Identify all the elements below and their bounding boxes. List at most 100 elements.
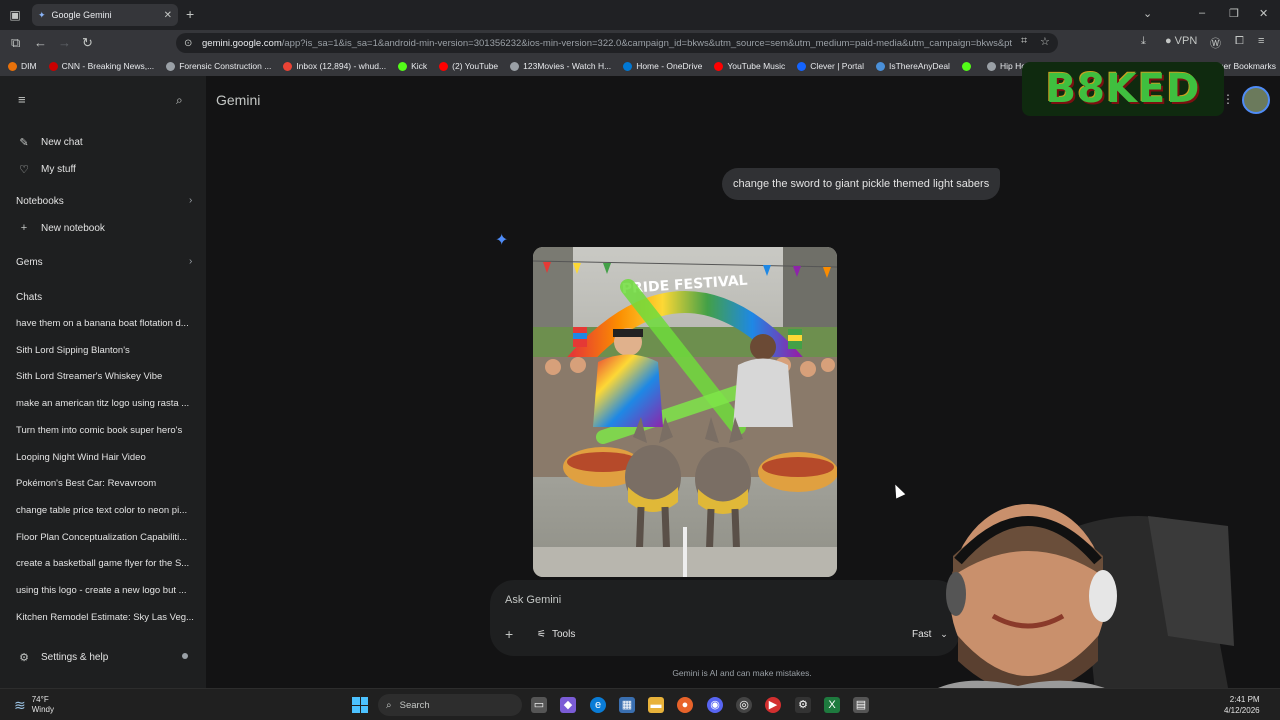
site-info-icon[interactable]: ⊙ (184, 38, 192, 49)
bookmark-item[interactable]: Kick (398, 61, 427, 71)
media-player-icon[interactable]: ▶ (765, 697, 781, 713)
notebooks-heading[interactable]: Notebooks (16, 196, 64, 207)
browser-tab-bar: ▣ ✦ Google Gemini ✕ + ⌄ – ❐ ✕ (0, 0, 1280, 30)
discord-icon[interactable]: ◉ (707, 697, 723, 713)
task-view-icon[interactable]: ▭ (531, 697, 547, 713)
close-tab-icon[interactable]: ✕ (164, 10, 172, 21)
chat-history-item[interactable]: Floor Plan Conceptualization Capabiliti.… (16, 532, 196, 543)
tools-label: Tools (551, 629, 576, 640)
generated-image-art: PRIDE FESTIVAL (533, 247, 837, 577)
minimize-icon[interactable]: – (1199, 7, 1205, 19)
bookmark-item[interactable]: DIM (8, 61, 37, 71)
hamburger-menu-icon[interactable]: ≡ (18, 92, 26, 107)
excel-icon[interactable]: X (824, 697, 840, 713)
new-tab-icon[interactable]: + (186, 6, 194, 22)
settings-label: Settings & help (41, 652, 109, 663)
temperature: 74°F (31, 695, 49, 704)
vpn-button[interactable]: ● VPN (1165, 35, 1197, 47)
back-icon[interactable]: ← (34, 35, 47, 50)
chat-history-item[interactable]: using this logo - create a new logo but … (16, 585, 196, 596)
vpn-icon: ● (1165, 35, 1172, 47)
translate-icon[interactable]: ⌗ (1021, 35, 1027, 48)
taskbar-search[interactable]: ⌕ Search (378, 694, 522, 716)
bookmark-item[interactable]: Inbox (12,894) - whud... (283, 61, 386, 71)
reload-icon[interactable]: ↻ (82, 35, 93, 51)
edit-icon: ✎ (19, 137, 29, 149)
browser-tab-gemini[interactable]: ✦ Google Gemini ✕ (32, 4, 178, 26)
chat-history-item[interactable]: have them on a banana boat flotation d..… (16, 318, 196, 329)
address-bar[interactable]: ⊙ gemini.google.com/app?is_sa=1&is_sa=1&… (176, 33, 1058, 53)
page-title[interactable]: Gemini (216, 92, 260, 108)
search-icon[interactable]: ⌕ (176, 93, 183, 108)
gear-icon: ⚙ (19, 652, 29, 664)
chat-history-item[interactable]: make an american titz logo using rasta .… (16, 398, 196, 409)
bookmark-favicon-icon (797, 61, 807, 71)
bookmark-item[interactable]: 123Movies - Watch H... (510, 61, 611, 71)
add-attachment-icon[interactable]: + (505, 626, 513, 642)
chevron-right-icon[interactable]: › (189, 195, 192, 206)
chat-history-item[interactable]: Looping Night Wind Hair Video (16, 452, 196, 463)
chat-history-item[interactable]: Kitchen Remodel Estimate: Sky Las Veg... (16, 612, 196, 623)
new-notebook-button[interactable]: + New notebook (16, 222, 105, 234)
tab-search-icon[interactable]: ⌄ (1143, 7, 1152, 20)
app-icon[interactable]: ▤ (853, 697, 869, 713)
generated-image[interactable]: PRIDE FESTIVAL (533, 247, 837, 577)
gemini-favicon-icon: ✦ (38, 9, 46, 20)
chat-history-item[interactable]: change table price text color to neon pi… (16, 505, 196, 516)
store-icon[interactable]: ▦ (619, 697, 635, 713)
browser-toolbar: ⧉ ← → ↻ ⊙ gemini.google.com/app?is_sa=1&… (0, 30, 1280, 56)
bookmark-item[interactable]: Home - OneDrive (623, 61, 702, 71)
bookmark-item[interactable]: Forensic Construction ... (166, 61, 271, 71)
bookmark-item[interactable]: CNN - Breaking News,... (48, 61, 154, 71)
obs-icon[interactable]: ◎ (736, 697, 752, 713)
tools-button[interactable]: ⚟ Tools (537, 629, 575, 640)
file-explorer-icon[interactable]: ▬ (648, 697, 664, 713)
forward-icon[interactable]: → (58, 35, 71, 50)
profile-w-icon[interactable]: Ⓦ (1210, 35, 1221, 51)
bookmark-item[interactable] (961, 61, 975, 71)
prompt-composer[interactable]: Ask Gemini + ⚟ Tools Fast ⌄ (490, 580, 960, 656)
bookmark-favicon-icon (166, 61, 176, 71)
tab-actions-icon[interactable]: ▣ (0, 0, 30, 30)
prompt-input[interactable]: Ask Gemini (505, 594, 561, 606)
settings-help-button[interactable]: ⚙ Settings & help (16, 651, 108, 664)
bookmark-favicon-icon (510, 61, 520, 71)
bookmark-star-icon[interactable]: ☆ (1040, 35, 1050, 48)
gems-heading[interactable]: Gems (16, 257, 43, 268)
bookmark-label: Home - OneDrive (636, 61, 703, 71)
chat-history-item[interactable]: create a basketball game flyer for the S… (16, 558, 196, 569)
firefox-icon[interactable]: ● (677, 697, 693, 713)
start-button[interactable] (352, 697, 368, 713)
chat-history-item[interactable]: Sith Lord Sipping Blanton's (16, 345, 196, 356)
vpn-label: VPN (1174, 35, 1198, 47)
my-stuff-button[interactable]: ♡ My stuff (16, 163, 76, 176)
new-chat-button[interactable]: ✎ New chat (16, 136, 82, 149)
bookmark-item[interactable]: YouTube Music (714, 61, 785, 71)
bookmark-favicon-icon (398, 61, 408, 71)
bookmark-item[interactable]: IsThereAnyDeal (876, 61, 950, 71)
avatar[interactable] (1242, 86, 1270, 114)
weather-widget[interactable]: ≋ 74°F Windy (14, 695, 54, 715)
chat-history-item[interactable]: Pokémon's Best Car: Revavroom (16, 478, 196, 489)
webcam-overlay (898, 486, 1234, 720)
extensions-icon[interactable]: ⧠ (1235, 35, 1244, 48)
edge-icon[interactable]: e (590, 697, 606, 713)
bookmark-item[interactable]: Clever | Portal (797, 61, 864, 71)
chevron-right-icon[interactable]: › (189, 256, 192, 267)
workspaces-icon[interactable]: ⧉ (11, 35, 20, 51)
system-clock[interactable]: 2:41 PM 4/12/2026 (1224, 694, 1260, 716)
menu-icon[interactable]: ≡ (1258, 35, 1264, 47)
url-host: gemini.google.com (202, 37, 282, 49)
webcam-image (898, 504, 1234, 720)
downloads-icon[interactable]: ⤓ (1141, 35, 1146, 48)
taskbar-search-label: Search (399, 699, 430, 711)
new-notebook-label: New notebook (41, 222, 105, 234)
settings-app-icon[interactable]: ⚙ (795, 697, 811, 713)
copilot-icon[interactable]: ◆ (560, 697, 576, 713)
bookmark-favicon-icon (8, 61, 17, 71)
restore-icon[interactable]: ❐ (1229, 7, 1239, 20)
close-window-icon[interactable]: ✕ (1259, 7, 1268, 20)
bookmark-item[interactable]: (2) YouTube (439, 61, 498, 71)
chat-history-item[interactable]: Turn them into comic book super hero's (16, 425, 196, 436)
chat-history-item[interactable]: Sith Lord Streamer's Whiskey Vibe (16, 371, 196, 382)
